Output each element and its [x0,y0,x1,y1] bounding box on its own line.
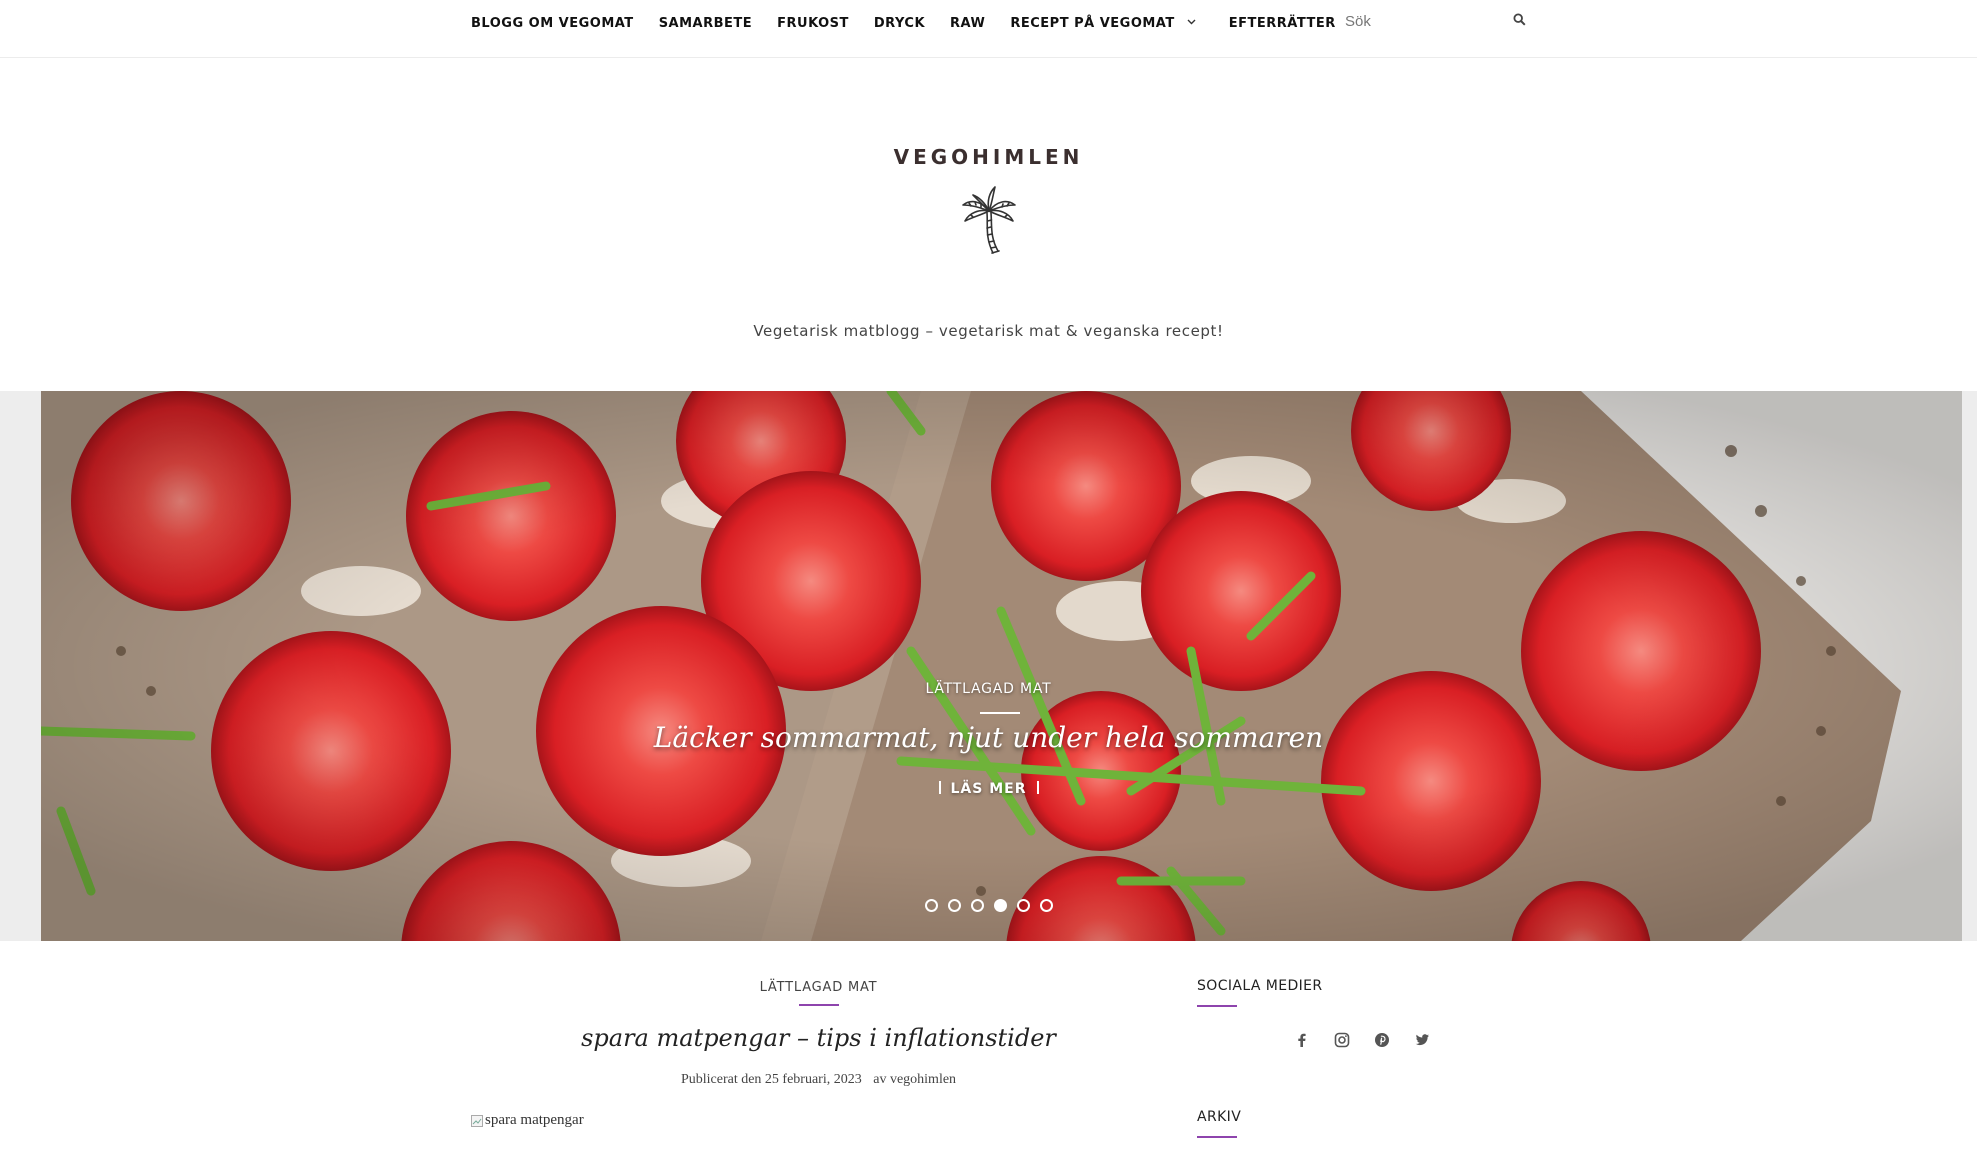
post-article: LÄTTLAGAD MAT spara matpengar – tips i i… [471,980,1166,1129]
social-links [1197,1031,1527,1049]
post-category[interactable]: LÄTTLAGAD MAT [471,980,1166,995]
nav-menu: BLOGG OM VEGOMAT SAMARBETE FRUKOST DRYCK… [471,0,1361,46]
nav-item-efterratter[interactable]: EFTERRÄTTER [1229,16,1336,31]
site-tagline: Vegetarisk matblogg – vegetarisk mat & v… [753,322,1224,340]
facebook-icon[interactable] [1293,1031,1311,1049]
featured-slider: LÄTTLAGAD MAT Läcker sommarmat, njut und… [0,391,1977,941]
nav-item-blogg-om-vegomat[interactable]: BLOGG OM VEGOMAT [471,16,634,31]
widget-divider [1197,1005,1237,1007]
slider-dot-6[interactable] [1039,899,1053,912]
search-form [1345,8,1527,34]
social-widget-title: SOCIALA MEDIER [1197,978,1323,994]
site-logo[interactable]: VEGOHIMLEN [0,145,1977,259]
read-more-link[interactable]: LÄS MER [0,781,1977,797]
archive-widget: ARKIV [1197,1109,1527,1138]
post-image-alt: spara matpengar [485,1112,584,1128]
search-input[interactable] [1345,8,1495,34]
nav-item-samarbete[interactable]: SAMARBETE [659,16,752,31]
slider-dot-1[interactable] [924,899,938,912]
slider-dot-4[interactable] [993,899,1007,912]
sidebar: SOCIALA MEDIER ARKIV [1197,978,1527,1138]
slider-dot-3[interactable] [970,899,984,912]
post-category-divider [798,1004,839,1006]
nav-item-frukost[interactable]: FRUKOST [777,16,849,31]
widget-divider [1197,1136,1237,1138]
palm-tree-icon [961,186,1016,254]
post-author[interactable]: av vegohimlen [873,1072,956,1087]
slider-dot-5[interactable] [1016,899,1030,912]
social-widget: SOCIALA MEDIER [1197,978,1527,1049]
chevron-down-icon[interactable] [1187,18,1196,28]
slide-title[interactable]: Läcker sommarmat, njut under hela sommar… [0,721,1977,754]
post-title[interactable]: spara matpengar – tips i inflationstider [471,1024,1166,1052]
archive-widget-title: ARKIV [1197,1109,1242,1125]
pinterest-icon[interactable] [1373,1031,1391,1049]
slide-caption: LÄTTLAGAD MAT Läcker sommarmat, njut und… [0,391,1977,941]
post-meta: Publicerat den 25 februari, 2023 av vego… [471,1072,1166,1088]
nav-item-recept-pa-vegomat[interactable]: RECEPT PÅ VEGOMAT [1010,16,1196,31]
slider-dot-2[interactable] [947,899,961,912]
slide-category-divider [980,712,1020,714]
post-date: Publicerat den 25 februari, 2023 [680,1072,862,1087]
nav-item-raw[interactable]: RAW [950,16,985,31]
instagram-icon[interactable] [1333,1031,1351,1049]
twitter-icon[interactable] [1413,1031,1431,1049]
broken-image-icon [471,1114,483,1127]
top-navigation: BLOGG OM VEGOMAT SAMARBETE FRUKOST DRYCK… [0,0,1977,58]
search-icon[interactable] [1513,13,1527,27]
site-name: VEGOHIMLEN [893,145,1084,169]
slider-pagination [0,899,1977,912]
slide-category[interactable]: LÄTTLAGAD MAT [0,681,1977,697]
post-image[interactable]: spara matpengar [471,1112,1166,1129]
nav-item-dryck[interactable]: DRYCK [874,16,925,31]
